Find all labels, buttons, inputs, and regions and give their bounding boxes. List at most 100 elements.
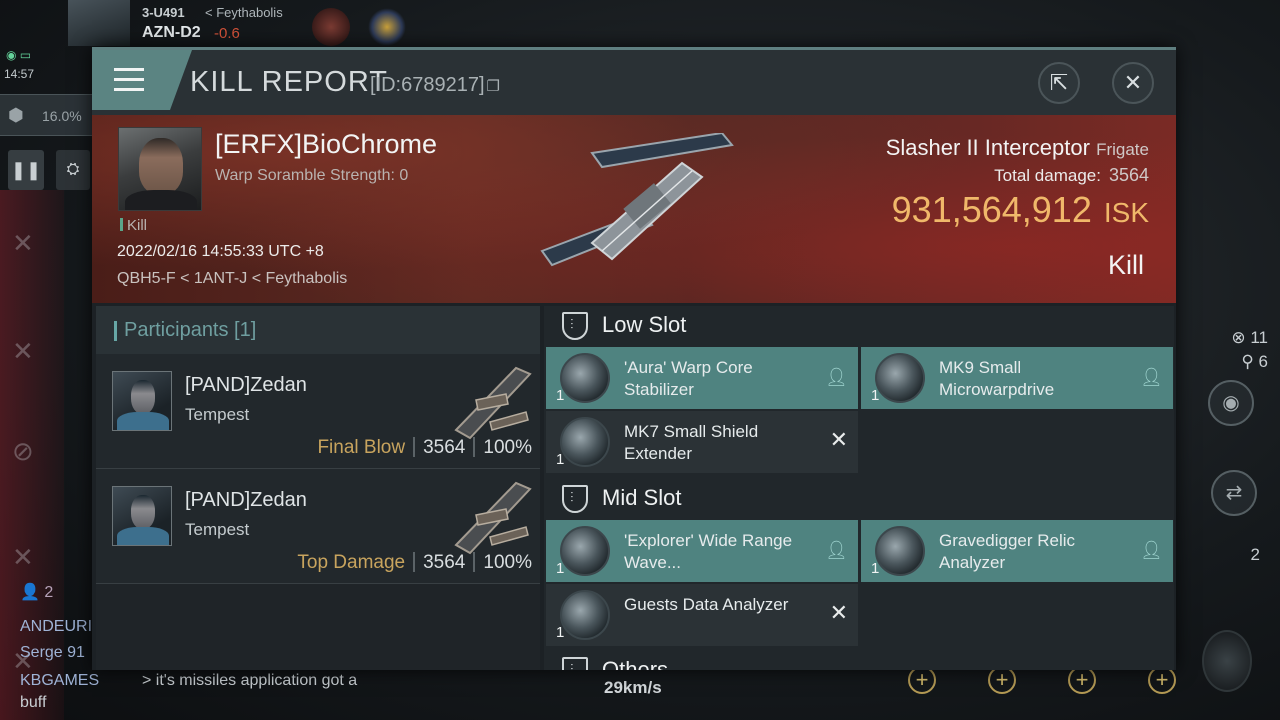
module-name: Guests Data Analyzer bbox=[624, 595, 789, 614]
module-qty: 1 bbox=[871, 560, 880, 577]
fleet-badge: 2 bbox=[1250, 545, 1260, 564]
route-system-label: 3-U491 bbox=[142, 5, 185, 20]
module-item[interactable]: 1 MK9 Small Microwarpdrive 👤︎ bbox=[861, 347, 1173, 409]
module-qty: 1 bbox=[871, 387, 880, 404]
participant-avatar[interactable] bbox=[112, 486, 172, 546]
low-slot-header: Low Slot bbox=[544, 306, 1174, 346]
person-icon: 👤︎ bbox=[1140, 367, 1163, 387]
participant-avatar[interactable] bbox=[112, 371, 172, 431]
chat-message: > it's missiles application got a bbox=[142, 672, 358, 689]
hostile-count-value: 11 bbox=[1250, 328, 1268, 347]
share-button[interactable]: ⇱ bbox=[1038, 62, 1080, 104]
module-item[interactable]: 1 MK7 Small Shield Extender ✕ bbox=[546, 411, 858, 473]
module-name: Gravedigger Relic Analyzer bbox=[939, 531, 1076, 572]
weapon-module[interactable] bbox=[1202, 630, 1252, 692]
total-damage-label: Total damage: bbox=[994, 166, 1101, 185]
corp-badge-icon[interactable] bbox=[312, 8, 350, 46]
add-module-icon[interactable]: + bbox=[1068, 666, 1096, 694]
mid-slot-icon bbox=[562, 485, 588, 513]
alliance-badge-icon[interactable] bbox=[368, 8, 406, 46]
add-module-icon[interactable]: + bbox=[988, 666, 1016, 694]
module-qty: 1 bbox=[556, 560, 565, 577]
report-id[interactable]: [ID:6789217] ❐ bbox=[370, 74, 500, 97]
scanner-icon bbox=[560, 526, 610, 576]
victim-portrait[interactable] bbox=[118, 127, 202, 211]
participant-ship: Tempest bbox=[185, 520, 250, 539]
kill-report-window: KILL REPORT [ID:6789217] ❐ ⇱ ✕ [ERFX]BioC… bbox=[92, 47, 1176, 670]
add-module-icon[interactable]: + bbox=[1148, 666, 1176, 694]
module-qty: 1 bbox=[556, 387, 565, 404]
fitting-panel[interactable]: Low Slot 1 'Aura' Warp Core Stabilizer 👤… bbox=[544, 306, 1174, 670]
pause-button[interactable]: ❚❚ bbox=[8, 150, 44, 190]
module-qty: 1 bbox=[556, 451, 565, 468]
victim-banner: [ERFX]BioChrome Warp Soramble Strength: … bbox=[92, 115, 1176, 303]
participant-ship: Tempest bbox=[185, 405, 250, 424]
system-info-panel[interactable]: 3-U491 < Feythabolis AZN-D2 -0.6 bbox=[0, 0, 460, 48]
total-damage-value: 3564 bbox=[1108, 165, 1149, 185]
close-button[interactable]: ✕ bbox=[1112, 62, 1154, 104]
close-icon[interactable]: ✕ bbox=[12, 542, 34, 573]
others-title: Others bbox=[602, 657, 669, 670]
chat-message-cont: buff bbox=[20, 694, 47, 711]
participant-name: [PAND]Zedan bbox=[185, 489, 307, 511]
isk-unit: ISK bbox=[1103, 197, 1149, 228]
kill-datetime: 2022/02/16 14:55:33 UTC +8 bbox=[117, 243, 324, 260]
person-icon: 👤︎ bbox=[1140, 540, 1163, 560]
warp-scramble-strength: Warp Soramble Strength: 0 bbox=[215, 167, 409, 184]
isk-value: 931,564,912 ISK bbox=[892, 189, 1149, 231]
participant-role: Top Damage bbox=[297, 552, 406, 573]
ship-name: Slasher II Interceptor bbox=[885, 135, 1090, 160]
local-count-value: 2 bbox=[44, 584, 54, 601]
participants-panel: Participants [1] [PAND]Zedan Tempest Fin… bbox=[96, 306, 540, 670]
participant-role: Final Blow bbox=[317, 437, 406, 458]
copy-icon[interactable]: ❐ bbox=[487, 78, 500, 95]
region-label: < Feythabolis bbox=[205, 5, 283, 20]
drone-count-value: 6 bbox=[1258, 352, 1268, 371]
pilot-avatar[interactable] bbox=[68, 0, 130, 46]
autopilot-button[interactable]: ⛭ bbox=[56, 150, 90, 190]
relic-analyzer-icon bbox=[875, 526, 925, 576]
add-module-icon[interactable]: + bbox=[908, 666, 936, 694]
participant-damage: 3564 bbox=[423, 437, 466, 458]
participant-ship-image bbox=[454, 366, 532, 440]
mid-slot-header: Mid Slot bbox=[544, 479, 1174, 519]
kill-location[interactable]: QBH5-F < 1ANT-J < Feythabolis bbox=[117, 270, 347, 288]
participant-row[interactable]: [PAND]Zedan Tempest Top Damage 3564 100% bbox=[96, 469, 540, 584]
participant-stats: Final Blow 3564 100% bbox=[317, 437, 532, 459]
module-item[interactable]: 1 'Aura' Warp Core Stabilizer 👤︎ bbox=[546, 347, 858, 409]
close-icon: ✕ bbox=[1123, 70, 1143, 95]
region-name: Feythabolis bbox=[216, 5, 283, 20]
chat-name[interactable]: KBGAMES bbox=[20, 672, 99, 690]
data-analyzer-icon bbox=[560, 590, 610, 640]
close-icon[interactable]: ✕ bbox=[12, 228, 34, 259]
clock-label: 14:57 bbox=[4, 67, 35, 81]
module-item[interactable]: 1 Gravedigger Relic Analyzer 👤︎ bbox=[861, 520, 1173, 582]
external-link-icon: ⇱ bbox=[1049, 70, 1069, 95]
module-name: MK7 Small Shield Extender bbox=[624, 422, 759, 463]
participants-header[interactable]: Participants [1] bbox=[96, 306, 540, 354]
local-count: 👤 2 bbox=[20, 584, 54, 601]
victim-ship[interactable]: Slasher II Interceptor Frigate bbox=[886, 135, 1149, 161]
cargo-indicator[interactable]: ⬢ 16.0% bbox=[0, 94, 92, 136]
hamburger-icon bbox=[114, 68, 144, 98]
victim-name[interactable]: [ERFX]BioChrome bbox=[215, 129, 437, 160]
close-icon[interactable]: ✕ bbox=[12, 336, 34, 367]
drone-count: ⚲ 6 bbox=[1241, 352, 1268, 371]
person-icon: 👤︎ bbox=[825, 367, 848, 387]
result-label: Kill bbox=[1107, 250, 1144, 280]
module-item[interactable]: 1 'Explorer' Wide Range Wave... 👤︎ bbox=[546, 520, 858, 582]
eye-icon[interactable]: ◉ bbox=[1208, 380, 1254, 426]
kill-tag: Kill bbox=[120, 217, 147, 234]
chat-name[interactable]: Serge 91 bbox=[20, 644, 85, 662]
window-header: KILL REPORT [ID:6789217] ❐ ⇱ ✕ bbox=[92, 50, 1176, 115]
chat-name[interactable]: ANDEURI bbox=[20, 618, 92, 636]
module-item[interactable]: 1 Guests Data Analyzer ✕ bbox=[546, 584, 858, 646]
shield-extender-icon bbox=[560, 417, 610, 467]
participant-row[interactable]: [PAND]Zedan Tempest Final Blow 3564 100% bbox=[96, 354, 540, 469]
ship-image[interactable] bbox=[532, 133, 742, 283]
swap-icon[interactable]: ⇄ bbox=[1211, 470, 1257, 516]
module-qty: 1 bbox=[556, 624, 565, 641]
menu-button[interactable] bbox=[92, 50, 192, 110]
participant-name: [PAND]Zedan bbox=[185, 374, 307, 396]
target-icon[interactable]: ⊘ bbox=[12, 436, 34, 467]
